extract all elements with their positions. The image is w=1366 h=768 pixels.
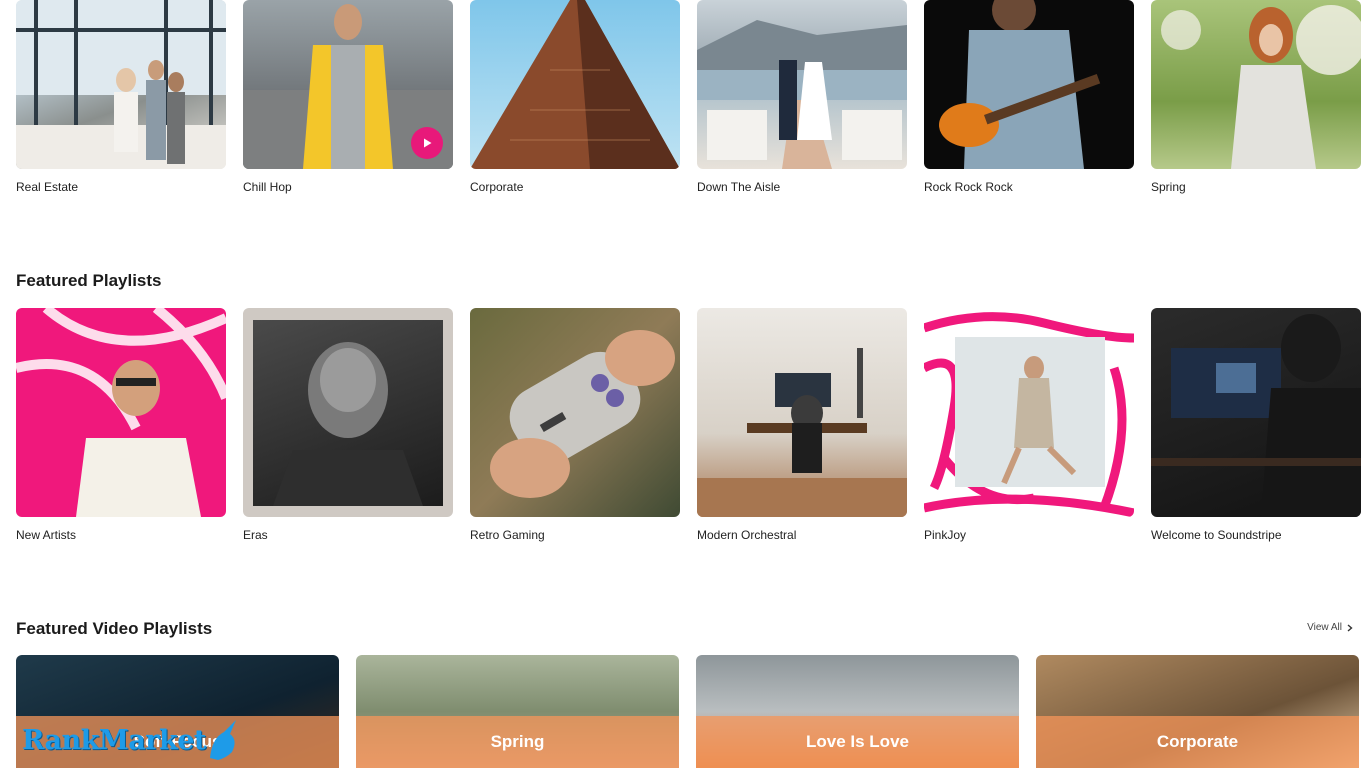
genre-card-spring[interactable]: Spring (1151, 0, 1361, 194)
genre-thumbnail[interactable] (16, 0, 226, 169)
video-playlist-card[interactable]: Corporate (1036, 655, 1359, 768)
playlist-label[interactable]: New Artists (16, 528, 226, 542)
view-all-link[interactable]: View All (1307, 622, 1354, 633)
playlist-card-welcome[interactable]: Welcome to Soundstripe (1151, 308, 1361, 542)
video-playlist-band: Love Is Love (696, 716, 1019, 768)
play-icon (424, 138, 432, 148)
video-playlist-title: Spring (490, 732, 545, 751)
video-playlist-title: Corporate (1156, 732, 1239, 751)
genre-thumbnail[interactable] (243, 0, 453, 169)
playlist-thumbnail[interactable] (1151, 308, 1361, 517)
playlist-card-eras[interactable]: Eras (243, 308, 453, 542)
playlist-thumbnail[interactable] (470, 308, 680, 517)
genre-card-real-estate[interactable]: Real Estate (16, 0, 226, 194)
genre-thumbnail[interactable] (1151, 0, 1361, 169)
genre-card-down-the-aisle[interactable]: Down The Aisle (697, 0, 907, 194)
genre-label[interactable]: Spring (1151, 180, 1361, 194)
genre-label[interactable]: Down The Aisle (697, 180, 907, 194)
playlist-card-new-artists[interactable]: New Artists (16, 308, 226, 542)
genre-label[interactable]: Chill Hop (243, 180, 453, 194)
genre-row: Real Estate Chill Hop Corporate Down The… (16, 0, 1361, 194)
featured-video-playlists-title: Featured Video Playlists (16, 619, 213, 638)
view-all-label: View All (1307, 622, 1342, 633)
genre-thumbnail[interactable] (470, 0, 680, 169)
playlist-card-retro-gaming[interactable]: Retro Gaming (470, 308, 680, 542)
chevron-right-icon (1347, 623, 1353, 632)
playlist-label[interactable]: Retro Gaming (470, 528, 680, 542)
genre-label[interactable]: Rock Rock Rock (924, 180, 1134, 194)
genre-label[interactable]: Real Estate (16, 180, 226, 194)
genre-thumbnail[interactable] (924, 0, 1134, 169)
unicorn-icon (209, 720, 236, 760)
genre-thumbnail[interactable] (697, 0, 907, 169)
watermark-text: RankMarket (22, 724, 206, 756)
genre-card-chill-hop[interactable]: Chill Hop (243, 0, 453, 194)
genre-card-rock[interactable]: Rock Rock Rock (924, 0, 1134, 194)
video-playlist-band: Corporate (1036, 716, 1359, 768)
playlist-thumbnail[interactable] (924, 308, 1134, 517)
playlist-label[interactable]: PinkJoy (924, 528, 1134, 542)
video-playlist-card[interactable]: Spring (356, 655, 679, 768)
playlist-label[interactable]: Welcome to Soundstripe (1151, 528, 1361, 542)
video-playlist-card[interactable]: Love Is Love (696, 655, 1019, 768)
video-playlist-band: Spring (356, 716, 679, 768)
playlist-thumbnail[interactable] (697, 308, 907, 517)
video-playlist-title: Love Is Love (806, 732, 909, 751)
playlist-card-pinkjoy[interactable]: PinkJoy (924, 308, 1134, 542)
genre-card-corporate[interactable]: Corporate (470, 0, 680, 194)
playlist-label[interactable]: Eras (243, 528, 453, 542)
genre-label[interactable]: Corporate (470, 180, 680, 194)
playlist-thumbnail[interactable] (243, 308, 453, 517)
playlist-label[interactable]: Modern Orchestral (697, 528, 907, 542)
playlist-card-modern-orchestral[interactable]: Modern Orchestral (697, 308, 907, 542)
playlist-thumbnail[interactable] (16, 308, 226, 517)
featured-playlists-row: New Artists Eras Retro Gaming Modern Orc… (16, 308, 1361, 542)
play-button[interactable] (411, 127, 443, 159)
watermark-logo: RankMarket (22, 718, 242, 762)
featured-playlists-title: Featured Playlists (16, 271, 162, 290)
